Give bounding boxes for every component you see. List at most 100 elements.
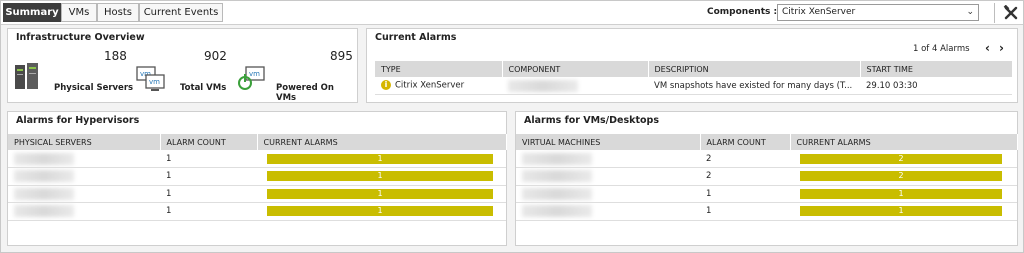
alarm-count: 1 bbox=[160, 202, 257, 221]
alarm-type-cell: i Citrix XenServer bbox=[375, 77, 502, 95]
current-alarms-cell: 2 bbox=[790, 150, 1017, 168]
current-alarms-title: Current Alarms bbox=[375, 32, 457, 43]
tab-summary[interactable]: Summary bbox=[3, 3, 61, 22]
alarm-component-cell bbox=[502, 77, 648, 95]
alarm-bar[interactable]: 1 bbox=[267, 188, 493, 199]
alarm-bar[interactable]: 2 bbox=[800, 153, 1002, 164]
prev-page-icon[interactable]: ‹ bbox=[985, 41, 990, 55]
chevron-down-icon: ⌄ bbox=[966, 7, 974, 17]
components-select-value: Citrix XenServer bbox=[782, 7, 856, 17]
table-header-row: PHYSICAL SERVERS ALARM COUNT CURRENT ALA… bbox=[8, 134, 507, 150]
hypervisor-table-wrap: PHYSICAL SERVERS ALARM COUNT CURRENT ALA… bbox=[8, 134, 507, 221]
infrastructure-title: Infrastructure Overview bbox=[16, 32, 145, 43]
server-name-cell bbox=[8, 202, 160, 221]
vm-alarms-panel: Alarms for VMs/Desktops VIRTUAL MACHINES… bbox=[515, 111, 1018, 246]
table-row[interactable]: 1 1 bbox=[8, 202, 506, 221]
alarm-bar[interactable]: 1 bbox=[800, 188, 1002, 199]
table-row[interactable]: 1 1 bbox=[516, 202, 1017, 221]
alarm-count: 1 bbox=[160, 150, 257, 168]
alarm-count: 1 bbox=[700, 202, 790, 221]
redacted-vm-name bbox=[522, 170, 592, 183]
column-header-current-alarms: CURRENT ALARMS bbox=[257, 134, 507, 150]
svg-text:vm: vm bbox=[149, 78, 160, 86]
server-name-cell bbox=[8, 185, 160, 203]
vm-name-cell bbox=[516, 202, 700, 221]
server-name-cell bbox=[8, 167, 160, 186]
alarm-count: 2 bbox=[700, 150, 790, 168]
column-header-type: TYPE bbox=[375, 61, 503, 77]
vm-alarms-table: VIRTUAL MACHINES ALARM COUNT CURRENT ALA… bbox=[516, 134, 1018, 221]
hypervisor-alarms-panel: Alarms for Hypervisors PHYSICAL SERVERS … bbox=[7, 111, 507, 246]
info-icon: i bbox=[381, 80, 391, 91]
table-row[interactable]: 2 2 bbox=[516, 167, 1017, 186]
toolbar-divider bbox=[994, 3, 995, 23]
svg-text:vm: vm bbox=[249, 70, 260, 78]
redacted-server-name bbox=[14, 205, 74, 218]
column-header-virtual-machines: VIRTUAL MACHINES bbox=[516, 134, 701, 150]
redacted-vm-name bbox=[522, 205, 592, 218]
alarm-start-time: 29.10 03:30 bbox=[860, 77, 1012, 95]
server-name-cell bbox=[8, 150, 160, 168]
vm-name-cell bbox=[516, 185, 700, 203]
total-vms-icon: vm vm bbox=[136, 66, 165, 91]
vm-table-wrap: VIRTUAL MACHINES ALARM COUNT CURRENT ALA… bbox=[516, 134, 1018, 221]
redacted-server-name bbox=[14, 170, 74, 183]
current-alarms-cell: 1 bbox=[790, 202, 1017, 221]
current-alarms-cell: 1 bbox=[257, 167, 506, 186]
components-select[interactable]: Citrix XenServer ⌄ bbox=[777, 4, 979, 21]
alarm-count: 1 bbox=[700, 185, 790, 203]
table-row[interactable]: 2 2 bbox=[516, 150, 1017, 168]
physical-servers-label: Physical Servers bbox=[54, 83, 134, 93]
components-label: Components : bbox=[707, 7, 778, 17]
total-vms-label: Total VMs bbox=[180, 83, 227, 93]
dashboard-frame: Summary VMs Hosts Current Events Compone… bbox=[0, 0, 1024, 253]
alarm-bar[interactable]: 1 bbox=[267, 206, 493, 217]
column-header-alarm-count: ALARM COUNT bbox=[700, 134, 791, 150]
next-page-icon[interactable]: › bbox=[999, 41, 1004, 55]
alarm-bar[interactable]: 1 bbox=[267, 171, 493, 182]
tab-current-events[interactable]: Current Events bbox=[139, 3, 223, 22]
vm-alarms-title: Alarms for VMs/Desktops bbox=[524, 115, 659, 126]
current-alarms-panel: Current Alarms 1 of 4 Alarms ‹ › TYPE CO… bbox=[366, 28, 1018, 103]
table-row[interactable]: 1 1 bbox=[8, 150, 506, 168]
powered-on-vms-icon: vm bbox=[238, 66, 265, 90]
alarms-pager-text: 1 of 4 Alarms bbox=[913, 44, 970, 54]
vm-name-cell bbox=[516, 167, 700, 186]
hypervisor-alarms-title: Alarms for Hypervisors bbox=[16, 115, 140, 126]
tools-icon[interactable] bbox=[1003, 5, 1019, 21]
redacted-server-name bbox=[14, 152, 74, 165]
column-header-component: COMPONENT bbox=[502, 61, 649, 77]
alarm-bar[interactable]: 1 bbox=[267, 153, 493, 164]
current-alarms-cell: 2 bbox=[790, 167, 1017, 186]
vm-name-cell bbox=[516, 150, 700, 168]
column-header-description: DESCRIPTION bbox=[648, 61, 861, 77]
column-header-physical-servers: PHYSICAL SERVERS bbox=[8, 134, 161, 150]
physical-servers-count: 188 bbox=[104, 49, 127, 63]
top-bar: Summary VMs Hosts Current Events Compone… bbox=[1, 1, 1023, 25]
current-alarms-cell: 1 bbox=[257, 185, 506, 203]
table-row[interactable]: i Citrix XenServer VM snapshots have exis… bbox=[375, 77, 1012, 95]
column-header-alarm-count: ALARM COUNT bbox=[160, 134, 258, 150]
alarm-bar[interactable]: 2 bbox=[800, 171, 1002, 182]
hypervisor-alarms-table: PHYSICAL SERVERS ALARM COUNT CURRENT ALA… bbox=[8, 134, 507, 221]
powered-on-vms-count: 895 bbox=[330, 49, 353, 63]
table-row[interactable]: 1 1 bbox=[516, 185, 1017, 203]
alarm-bar[interactable]: 1 bbox=[800, 206, 1002, 217]
alarm-count: 1 bbox=[160, 185, 257, 203]
table-row[interactable]: 1 1 bbox=[8, 185, 506, 203]
current-alarms-cell: 1 bbox=[257, 202, 506, 221]
column-header-start-time: START TIME bbox=[860, 61, 1013, 77]
redacted-vm-name bbox=[522, 152, 592, 165]
alarm-count: 2 bbox=[700, 167, 790, 186]
infrastructure-overview-panel: Infrastructure Overview 188 Physical Ser… bbox=[7, 28, 358, 103]
powered-on-vms-label: Powered On VMs bbox=[276, 83, 334, 103]
redacted-server-name bbox=[14, 187, 74, 200]
table-row[interactable]: 1 1 bbox=[8, 167, 506, 186]
current-alarms-table: TYPE COMPONENT DESCRIPTION START TIME iC… bbox=[375, 61, 1013, 95]
column-header-current-alarms: CURRENT ALARMS bbox=[790, 134, 1018, 150]
alarm-description: VM snapshots have existed for many days … bbox=[648, 77, 860, 95]
table-header-row: TYPE COMPONENT DESCRIPTION START TIME bbox=[375, 61, 1013, 77]
tab-hosts[interactable]: Hosts bbox=[97, 3, 139, 22]
tab-vms[interactable]: VMs bbox=[61, 3, 97, 22]
physical-server-icon bbox=[15, 63, 38, 89]
